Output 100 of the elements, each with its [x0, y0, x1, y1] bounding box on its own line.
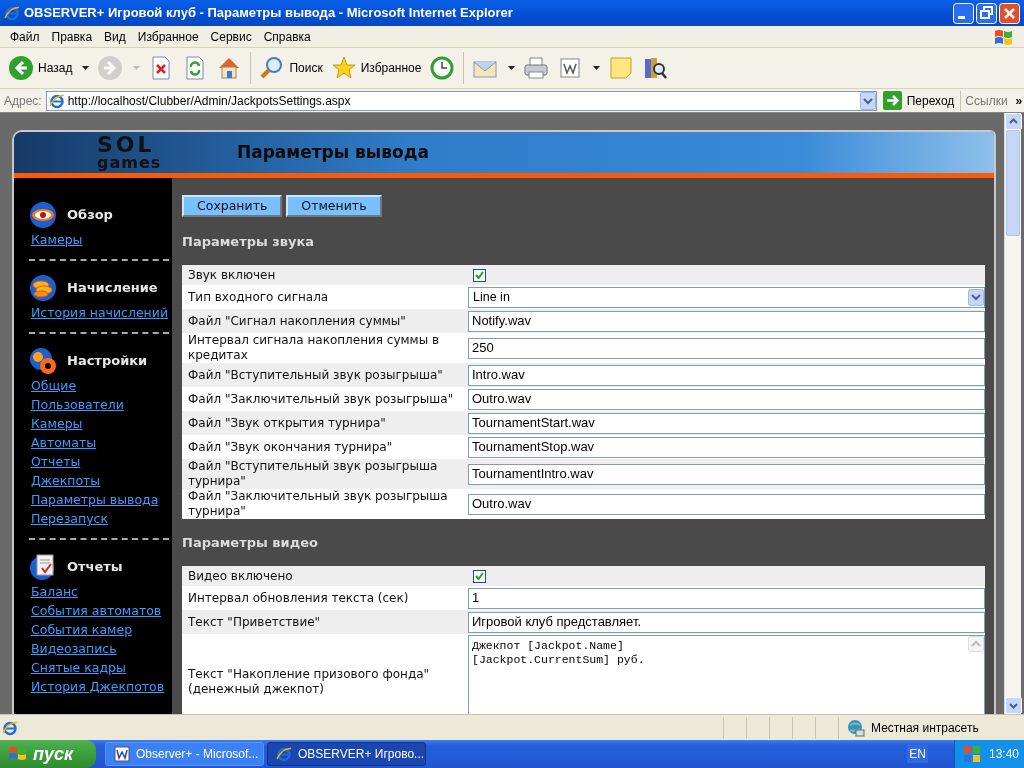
minimize-icon[interactable]: [953, 2, 974, 24]
input-field[interactable]: TournamentIntro.wav: [468, 463, 985, 485]
field-label: Файл "Вступительный звук розыгрыша": [187, 367, 444, 383]
close-icon[interactable]: [999, 2, 1020, 24]
field-label: Файл "Заключительный звук розыгрыша турнира": [187, 489, 449, 519]
input-field[interactable]: 1: [468, 587, 985, 609]
sidebar-heading: Настройки: [67, 352, 148, 371]
sidebar-link[interactable]: Баланс: [31, 582, 78, 601]
window-title: OBSERVER+ Игровой клуб - Параметры вывода - Microsoft Internet Explorer: [24, 4, 514, 23]
caret-icon: [508, 66, 516, 70]
input-field[interactable]: TournamentStop.wav: [468, 436, 985, 458]
restore-icon[interactable]: [976, 2, 997, 24]
links-label[interactable]: Ссылки: [965, 91, 1008, 110]
sidebar-link[interactable]: Пользователи: [31, 395, 124, 414]
scroll-up-icon: [1005, 113, 1022, 130]
section-heading: Параметры звука: [182, 234, 316, 250]
menu-item[interactable]: Избранное: [131, 27, 205, 46]
scroll-thumb[interactable]: [1006, 130, 1020, 236]
form-button[interactable]: Отменить: [286, 195, 382, 217]
gears-icon: [29, 347, 57, 375]
ie-logo-icon: [276, 746, 292, 762]
sidebar-heading: Начисление: [67, 279, 158, 298]
field-label: Звук включен: [187, 267, 277, 283]
input-field[interactable]: Notify.wav: [468, 310, 985, 332]
eye-icon: [29, 201, 57, 229]
document-icon: [114, 746, 130, 762]
field-label: Тип входного сигнала: [187, 289, 330, 305]
sidebar-link[interactable]: События камер: [31, 620, 133, 639]
sidebar-heading: Обзор: [67, 206, 113, 225]
field-label: Текст "Накопление призового фонда" (денежный джекпот): [187, 667, 431, 697]
textarea-field[interactable]: Джекпот [Jackpot.Name] [Jackpot.CurrentSum] руб.: [468, 635, 985, 714]
sidebar-link[interactable]: Общие: [31, 376, 77, 395]
input-field[interactable]: Игровой клуб представляет.: [468, 611, 985, 633]
input-field[interactable]: Outro.wav: [468, 493, 985, 515]
taskbar-button[interactable]: Observer+ - Microsof...: [105, 742, 264, 766]
field-label: Файл "Звук открытия турнира": [187, 415, 387, 431]
address-field[interactable]: http://localhost/Clubber/Admin/JackpotsSettings.aspx: [45, 90, 877, 111]
toolbar-button[interactable]: Избранное: [328, 51, 424, 85]
sidebar-link[interactable]: История Джекпотов: [31, 677, 165, 696]
toolbar-button[interactable]: Поиск: [257, 51, 325, 85]
star-icon: [330, 55, 357, 81]
logo-text: games: [97, 154, 162, 171]
page-title: Параметры вывода: [237, 140, 429, 164]
select-field[interactable]: Line in: [468, 286, 985, 308]
menu-item[interactable]: Вид: [98, 27, 132, 46]
windows-flag-icon: [8, 745, 28, 763]
caret-icon: [82, 66, 90, 70]
input-field[interactable]: TournamentStart.wav: [468, 412, 985, 434]
checkbox[interactable]: [473, 569, 486, 583]
form-button[interactable]: Сохранить: [182, 195, 283, 217]
language-indicator[interactable]: EN: [907, 745, 928, 763]
report-icon: [29, 553, 57, 581]
field-label: Файл "Звук окончания турнира": [187, 439, 394, 455]
menu-item[interactable]: Файл: [4, 27, 46, 46]
ie-logo-icon: [4, 5, 20, 21]
input-field[interactable]: Intro.wav: [468, 364, 985, 386]
sidebar-link[interactable]: История начислений: [31, 303, 169, 322]
menu-item[interactable]: Справка: [257, 27, 317, 46]
note-icon: [608, 55, 635, 81]
sidebar-link[interactable]: События автоматов: [31, 601, 162, 620]
printer-icon: [523, 55, 550, 81]
scrollbar[interactable]: [1004, 113, 1021, 714]
menu-item[interactable]: Сервис: [204, 27, 258, 46]
check-icon: [475, 271, 484, 279]
ie-page-icon: [48, 92, 65, 109]
sidebar-link[interactable]: Отчеты: [31, 452, 81, 471]
field-label: Файл "Вступительный звук розыгрыша турнира": [187, 459, 439, 489]
check-icon: [475, 572, 484, 580]
go-button[interactable]: Переход: [880, 89, 957, 112]
more-chevron[interactable]: »: [1015, 91, 1023, 110]
logo-text: SOL: [97, 133, 155, 155]
input-field[interactable]: Outro.wav: [468, 388, 985, 410]
security-zone-label: Местная интрасеть: [871, 719, 979, 737]
tray-app-icon[interactable]: [963, 745, 981, 763]
sidebar-link[interactable]: Перезапуск: [31, 509, 108, 528]
clock-icon: [429, 55, 456, 81]
field-label: Интервал обновления текста (сек): [187, 590, 410, 606]
menu-item[interactable]: Правка: [45, 27, 99, 46]
books-magnifier-icon: [642, 55, 669, 81]
caret-icon: [593, 66, 601, 70]
checkbox[interactable]: [473, 268, 486, 282]
textarea-line: Джекпот [Jackpot.Name]: [472, 639, 625, 653]
address-label: Адрес:: [4, 92, 42, 110]
coins-icon: [29, 274, 57, 302]
sidebar-link[interactable]: Видеозапись: [31, 639, 117, 658]
field-label: Интервал сигнала накопления суммы в кредитах: [187, 333, 440, 363]
sidebar-link[interactable]: Параметры вывода: [31, 490, 159, 509]
field-label: Видео включено: [187, 568, 294, 584]
sidebar-link[interactable]: Камеры: [31, 230, 83, 249]
section-heading: Параметры видео: [182, 535, 319, 551]
sidebar-link[interactable]: Джекпоты: [31, 471, 101, 490]
network-globe-icon: [847, 718, 865, 737]
caret-icon: [133, 66, 141, 70]
input-field[interactable]: 250: [468, 337, 985, 359]
sidebar-link[interactable]: Камеры: [31, 414, 83, 433]
sidebar-link[interactable]: Автоматы: [31, 433, 97, 452]
sidebar-link[interactable]: Снятые кадры: [31, 658, 126, 677]
clock: 13:40: [989, 746, 1020, 763]
taskbar-button[interactable]: OBSERVER+ Игрово...: [267, 742, 426, 766]
toolbar-button[interactable]: Назад: [6, 51, 92, 85]
